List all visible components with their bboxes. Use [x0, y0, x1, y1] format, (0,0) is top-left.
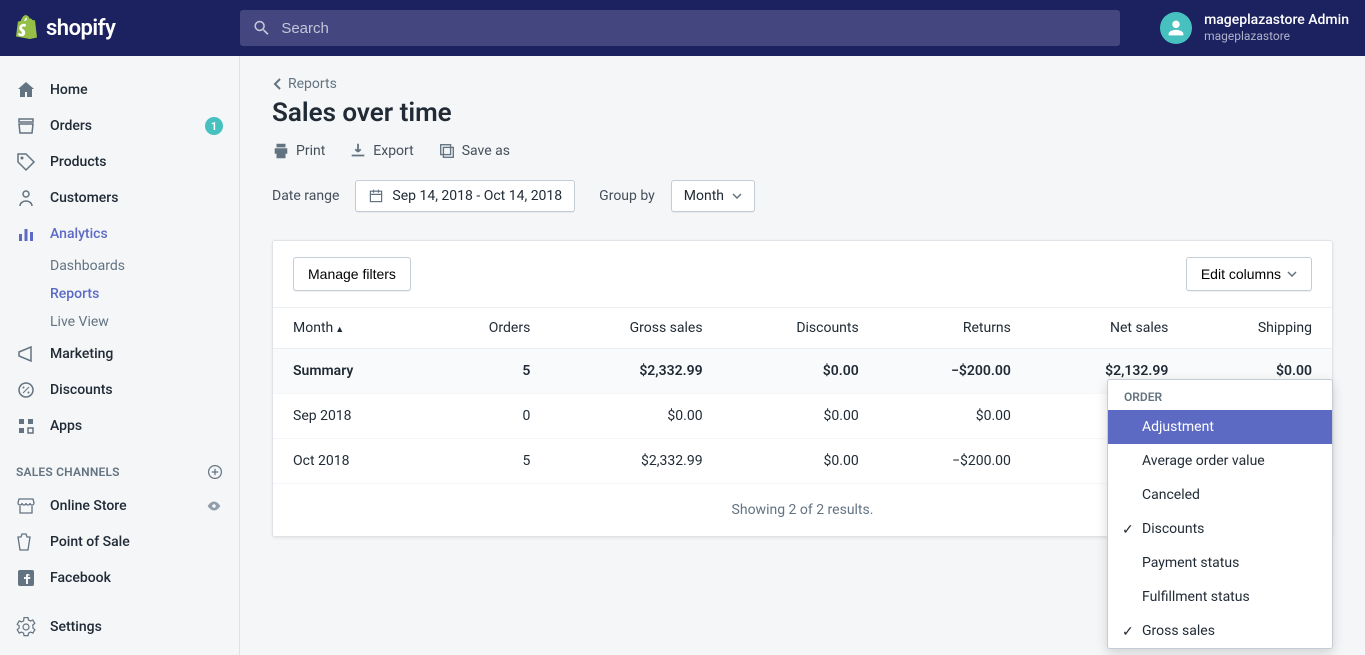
- products-icon: [16, 152, 36, 172]
- store-icon: [16, 496, 36, 516]
- export-icon: [349, 142, 367, 160]
- orders-icon: [16, 116, 36, 136]
- column-header[interactable]: Shipping: [1188, 308, 1332, 349]
- column-header[interactable]: Gross sales: [550, 308, 722, 349]
- sidebar-sub-liveview[interactable]: Live View: [0, 308, 239, 336]
- discounts-icon: [16, 380, 36, 400]
- sidebar-item-discounts[interactable]: Discounts: [0, 372, 239, 408]
- groupby-label: Group by: [599, 188, 655, 204]
- edit-columns-dropdown: ORDER AdjustmentAverage order valueCance…: [1107, 379, 1333, 649]
- date-range-select[interactable]: Sep 14, 2018 - Oct 14, 2018: [355, 180, 575, 212]
- marketing-icon: [16, 344, 36, 364]
- sidebar-item-apps[interactable]: Apps: [0, 408, 239, 444]
- store-name: mageplazastore: [1204, 29, 1349, 43]
- brand-text: shopify: [46, 16, 115, 41]
- calendar-icon: [368, 188, 384, 204]
- print-icon: [272, 142, 290, 160]
- dropdown-header: ORDER: [1108, 380, 1332, 410]
- user-menu[interactable]: mageplazastore Admin mageplazastore: [1160, 12, 1349, 44]
- search-icon: [252, 18, 271, 38]
- analytics-icon: [16, 224, 36, 244]
- dropdown-item[interactable]: ✓Gross sales: [1108, 614, 1332, 648]
- dropdown-item[interactable]: Canceled: [1108, 478, 1332, 512]
- chevron-down-icon: [1287, 271, 1297, 277]
- add-channel-icon[interactable]: [207, 464, 223, 480]
- sidebar-item-settings[interactable]: Settings: [0, 609, 240, 645]
- column-header[interactable]: Orders: [426, 308, 550, 349]
- page-title: Sales over time: [272, 98, 1333, 128]
- edit-columns-button[interactable]: Edit columns: [1186, 257, 1312, 291]
- column-header[interactable]: Returns: [879, 308, 1031, 349]
- dropdown-item[interactable]: Average order value: [1108, 444, 1332, 478]
- sidebar-item-customers[interactable]: Customers: [0, 180, 239, 216]
- gear-icon: [16, 617, 36, 637]
- print-button[interactable]: Print: [272, 142, 325, 160]
- pos-icon: [16, 532, 36, 552]
- sidebar-sub-dashboards[interactable]: Dashboards: [0, 252, 239, 280]
- sidebar-item-products[interactable]: Products: [0, 144, 239, 180]
- dropdown-item[interactable]: Payment status: [1108, 546, 1332, 580]
- home-icon: [16, 80, 36, 100]
- sidebar-channel-pos[interactable]: Point of Sale: [0, 524, 239, 560]
- date-range-label: Date range: [272, 188, 339, 204]
- user-name: mageplazastore Admin: [1204, 12, 1349, 29]
- apps-icon: [16, 416, 36, 436]
- breadcrumb[interactable]: Reports: [272, 76, 1333, 92]
- dropdown-item[interactable]: ✓Discounts: [1108, 512, 1332, 546]
- column-header[interactable]: Discounts: [723, 308, 879, 349]
- shopify-logo-icon: [16, 15, 40, 41]
- filter-row: Date range Sep 14, 2018 - Oct 14, 2018 G…: [272, 180, 1333, 212]
- logo: shopify: [16, 15, 240, 41]
- sidebar-channel-online-store[interactable]: Online Store: [0, 488, 239, 524]
- sidebar-item-analytics[interactable]: Analytics: [0, 216, 239, 252]
- search-input[interactable]: [281, 20, 1108, 37]
- saveas-button[interactable]: Save as: [438, 142, 510, 160]
- topbar: shopify mageplazastore Admin mageplazast…: [0, 0, 1365, 56]
- channels-header: SALES CHANNELS: [0, 444, 239, 488]
- dropdown-item[interactable]: Fulfillment status: [1108, 580, 1332, 614]
- column-header[interactable]: Net sales: [1031, 308, 1188, 349]
- export-button[interactable]: Export: [349, 142, 413, 160]
- column-header[interactable]: Month▲: [273, 308, 426, 349]
- chevron-down-icon: [732, 193, 742, 199]
- customers-icon: [16, 188, 36, 208]
- avatar: [1160, 12, 1192, 44]
- sidebar-sub-reports[interactable]: Reports: [0, 280, 239, 308]
- search-bar[interactable]: [240, 10, 1120, 46]
- groupby-select[interactable]: Month: [671, 180, 755, 212]
- sidebar: Home Orders 1 Products Customers Analyti…: [0, 56, 240, 655]
- action-row: Print Export Save as: [272, 142, 1333, 160]
- manage-filters-button[interactable]: Manage filters: [293, 257, 411, 291]
- eye-icon[interactable]: [205, 497, 223, 515]
- chevron-left-icon: [272, 77, 282, 91]
- sidebar-channel-facebook[interactable]: Facebook: [0, 560, 239, 596]
- sidebar-item-marketing[interactable]: Marketing: [0, 336, 239, 372]
- sidebar-item-home[interactable]: Home: [0, 72, 239, 108]
- sidebar-item-orders[interactable]: Orders 1: [0, 108, 239, 144]
- orders-badge: 1: [205, 117, 223, 135]
- saveas-icon: [438, 142, 456, 160]
- dropdown-item[interactable]: Adjustment: [1108, 410, 1332, 444]
- main-content: Reports Sales over time Print Export Sav…: [240, 56, 1365, 655]
- facebook-icon: [16, 568, 36, 588]
